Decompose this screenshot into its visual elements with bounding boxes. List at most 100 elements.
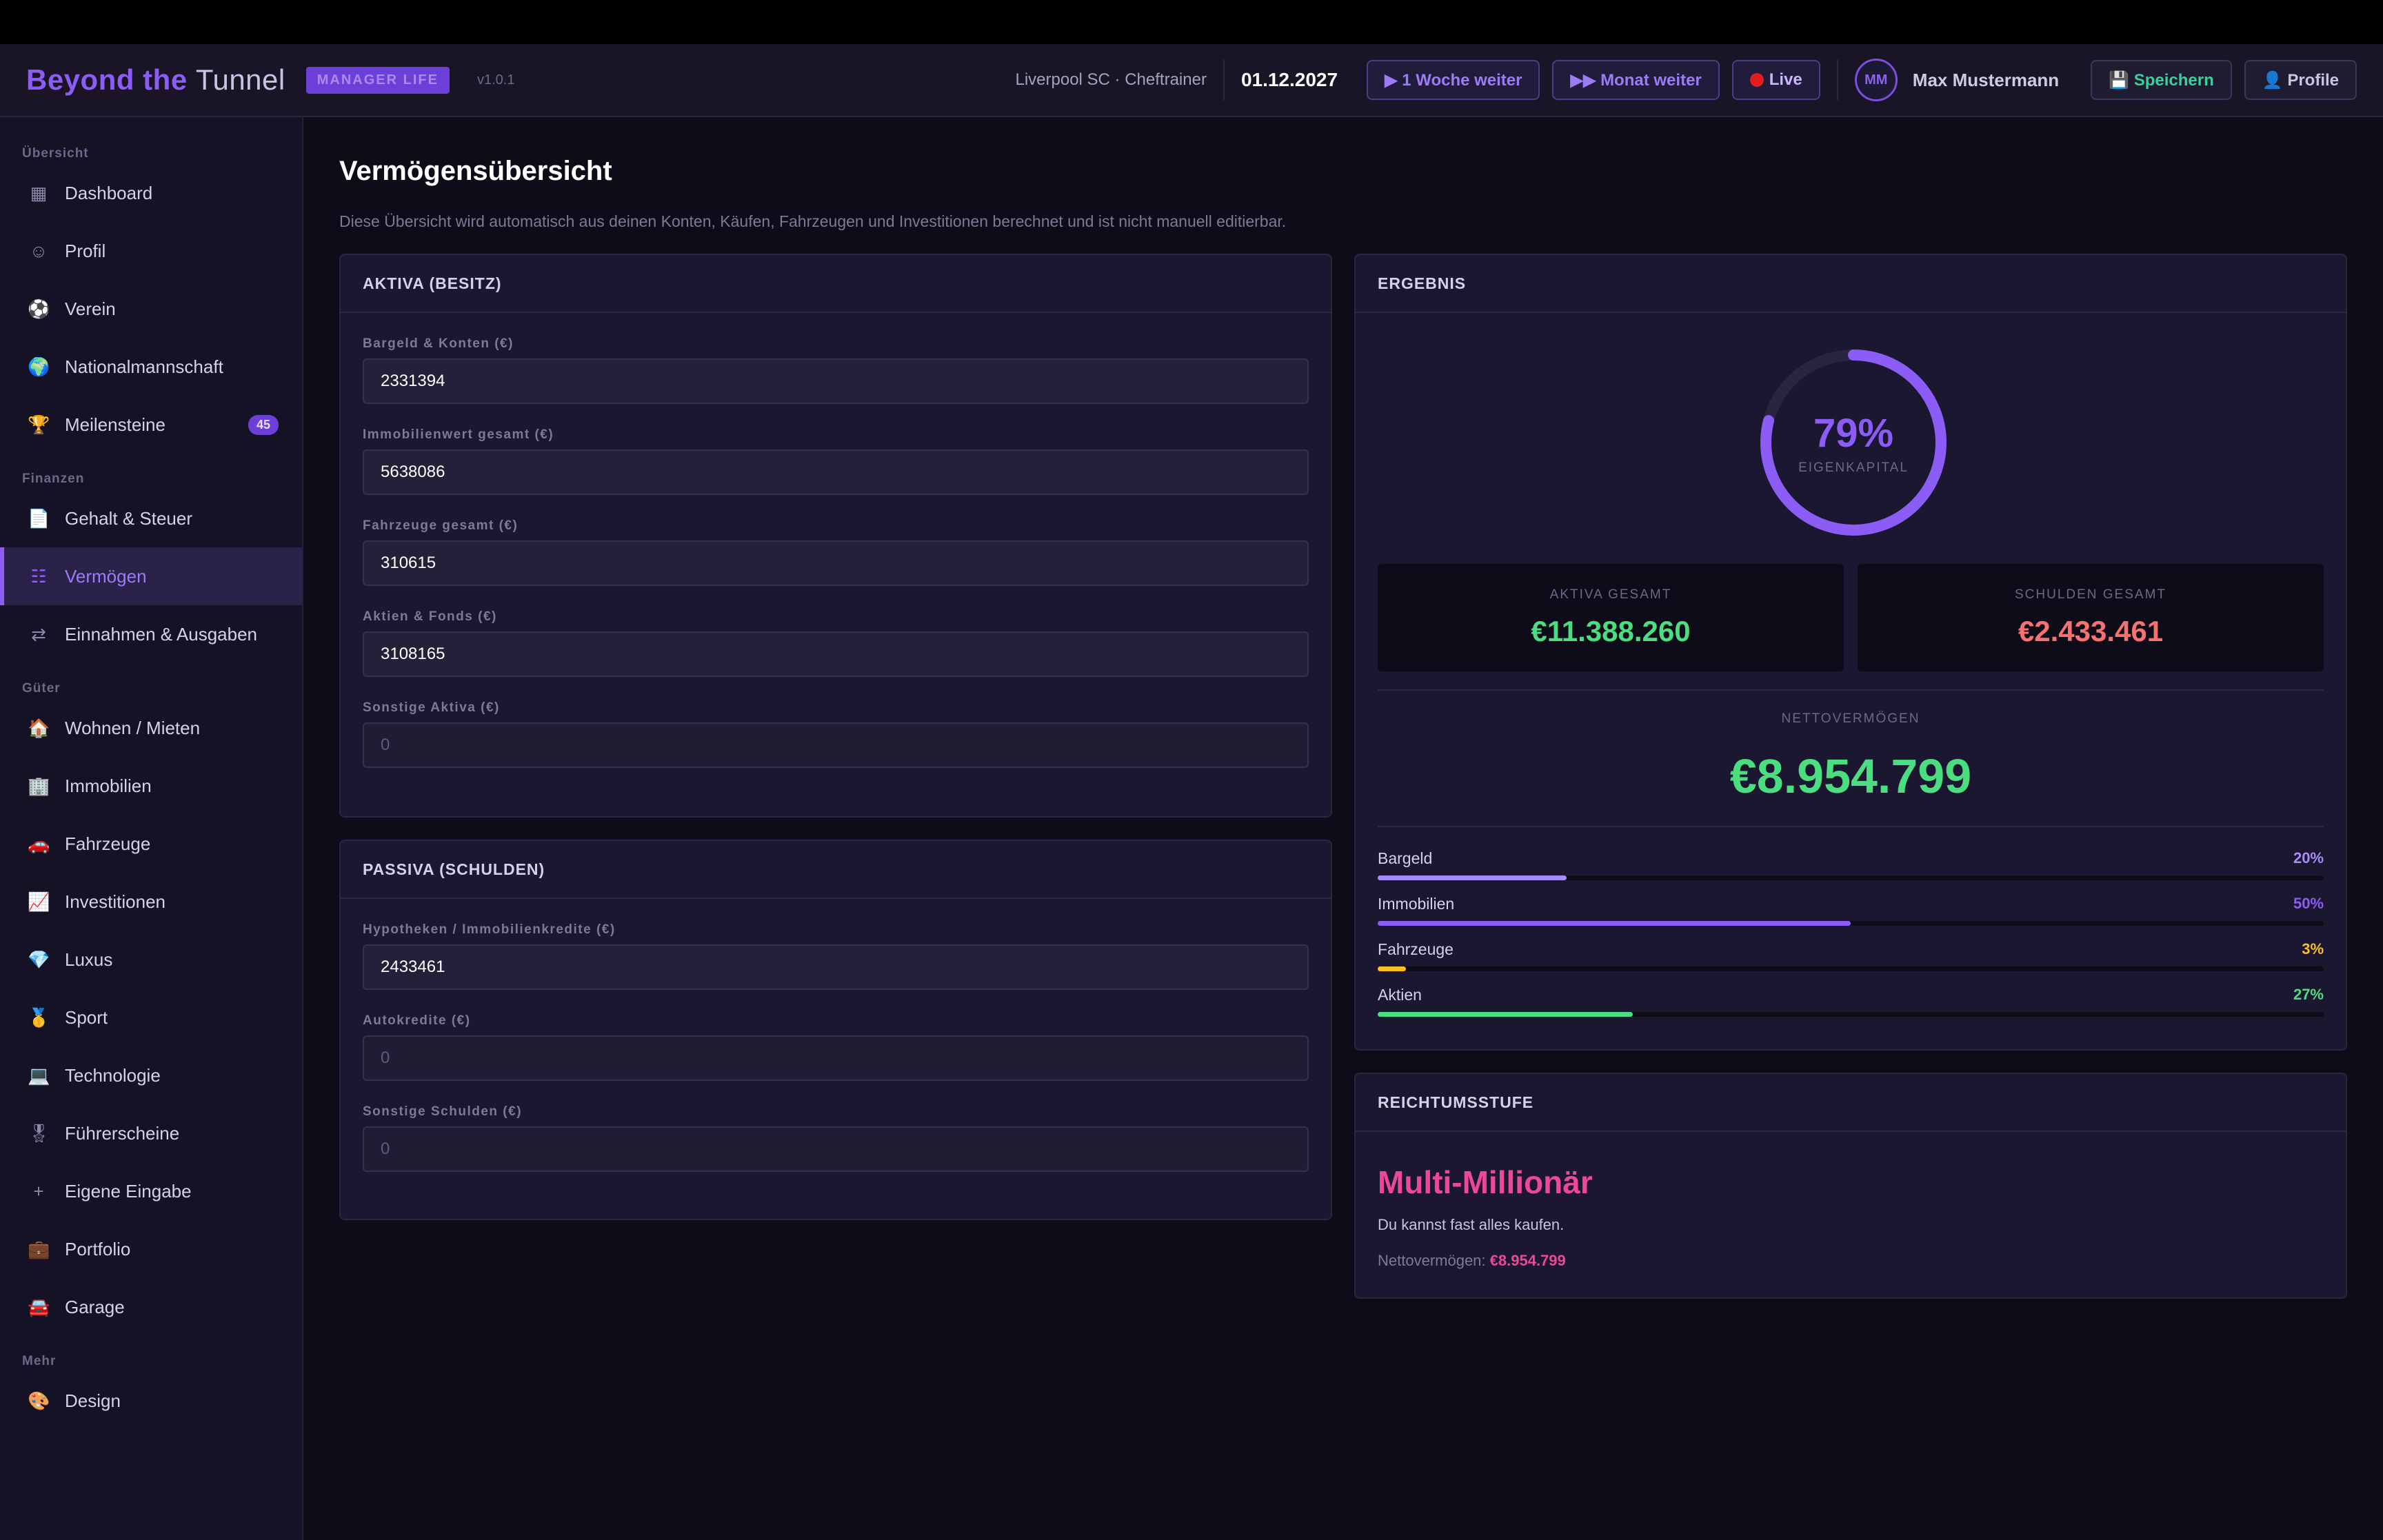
schulden-total-value: €2.433.461 <box>2018 615 2164 647</box>
sidebar-item-label: Investitionen <box>65 891 165 912</box>
sidebar-item-profil[interactable]: ☺ Profil <box>0 222 302 280</box>
sidebar-item-dashboard[interactable]: ▦ Dashboard <box>0 164 302 222</box>
aktiva-total-value: €11.388.260 <box>1531 615 1691 647</box>
building-icon: 🏢 <box>28 775 50 796</box>
sidebar-item-label: Garage <box>65 1296 125 1317</box>
advance-month-button[interactable]: ▶▶ Monat weiter <box>1552 60 1720 100</box>
exchange-icon: ⇄ <box>31 623 46 645</box>
sidebar-item-label: Eigene Eingabe <box>65 1180 192 1202</box>
profile-button[interactable]: 👤 Profile <box>2244 60 2357 100</box>
sidebar-item-investitionen[interactable]: 📈 Investitionen <box>0 873 302 931</box>
version-label: v1.0.1 <box>476 72 515 88</box>
wealth-net-prefix: Nettovermögen: <box>1378 1252 1486 1269</box>
divider <box>1378 689 2324 691</box>
stocks-field[interactable]: 3108165 <box>363 631 1309 677</box>
manager-life-badge: MANAGER LIFE <box>305 66 450 94</box>
sidebar-section-more: Mehr <box>22 1354 57 1368</box>
reichtum-header: REICHTUMSSTUFE <box>1356 1074 2346 1132</box>
avatar[interactable]: MM <box>1854 59 1898 101</box>
live-button[interactable]: Live <box>1731 60 1820 100</box>
sidebar-item-label: Verein <box>65 298 116 319</box>
sidebar-item-verein[interactable]: ⚽ Verein <box>0 280 302 338</box>
house-icon: 🏠 <box>28 717 50 738</box>
breakdown-row-fahrzeuge: Fahrzeuge 3% <box>1378 940 2324 971</box>
sidebar-item-label: Gehalt & Steuer <box>65 507 192 529</box>
breakdown-percent: 3% <box>2302 940 2324 958</box>
sidebar-item-portfolio[interactable]: 💼 Portfolio <box>0 1220 302 1278</box>
save-button[interactable]: 💾 Speichern <box>2091 60 2232 100</box>
net-worth-value: €8.954.799 <box>1729 749 1972 803</box>
reichtum-card: REICHTUMSSTUFE Multi-Millionär Du kannst… <box>1354 1073 2347 1299</box>
other-debts-field[interactable]: 0 <box>363 1126 1309 1172</box>
milestone-count-badge: 45 <box>248 414 279 435</box>
other-assets-field[interactable]: 0 <box>363 722 1309 768</box>
aktiva-total-label: AKTIVA GESAMT <box>1549 587 1672 602</box>
sidebar-item-label: Dashboard <box>65 182 153 203</box>
medal-icon: 🥇 <box>28 1006 50 1028</box>
car-icon: 🚗 <box>28 833 50 854</box>
sidebar-item-label: Vermögen <box>65 565 147 587</box>
schulden-total-box: SCHULDEN GESAMT €2.433.461 <box>1858 564 2324 671</box>
real-estate-field[interactable]: 5638086 <box>363 449 1309 495</box>
vehicles-field[interactable]: 310615 <box>363 540 1309 586</box>
sidebar-item-label: Einnahmen & Ausgaben <box>65 623 257 645</box>
sidebar-section-goods: Güter <box>22 681 61 696</box>
wealth-net-value: €8.954.799 <box>1489 1252 1566 1269</box>
sidebar-item-meilensteine[interactable]: 🏆 Meilensteine 45 <box>0 396 302 454</box>
aktiva-header: AKTIVA (BESITZ) <box>341 255 1331 313</box>
app-title-light: Tunnel <box>195 63 285 96</box>
field-label: Hypotheken / Immobilienkredite (€) <box>363 922 616 937</box>
sidebar-item-luxus[interactable]: 💎 Luxus <box>0 931 302 989</box>
equity-percent: 79% <box>1813 410 1894 456</box>
sidebar-item-design[interactable]: 🎨 Design <box>0 1372 302 1430</box>
sidebar-item-technologie[interactable]: 💻 Technologie <box>0 1046 302 1104</box>
live-label: Live <box>1769 70 1802 89</box>
list-icon: ☷ <box>30 565 47 587</box>
main-content: Vermögensübersicht Diese Übersicht wird … <box>305 117 2383 1540</box>
field-label: Sonstige Schulden (€) <box>363 1104 523 1119</box>
sidebar-item-label: Meilensteine <box>65 414 165 435</box>
net-worth-label: NETTOVERMÖGEN <box>1781 711 1920 726</box>
advance-week-button[interactable]: ▶ 1 Woche weiter <box>1367 60 1540 100</box>
sidebar-item-immobilien[interactable]: 🏢 Immobilien <box>0 757 302 815</box>
field-label: Immobilienwert gesamt (€) <box>363 427 554 442</box>
sidebar-section-finance: Finanzen <box>22 472 85 486</box>
breakdown-fill <box>1378 875 1567 880</box>
mortgage-field[interactable]: 2433461 <box>363 944 1309 990</box>
breakdown-name: Bargeld <box>1378 849 1433 867</box>
breakdown-track <box>1378 1012 2324 1017</box>
sidebar-item-gehalt[interactable]: 📄 Gehalt & Steuer <box>0 489 302 547</box>
page-title: Vermögensübersicht <box>339 156 612 186</box>
aktiva-card: AKTIVA (BESITZ) Bargeld & Konten (€) 233… <box>339 254 1332 818</box>
sidebar-section-overview: Übersicht <box>22 146 89 161</box>
current-date: 01.12.2027 <box>1240 69 1338 90</box>
ergebnis-header: ERGEBNIS <box>1356 255 2346 313</box>
sidebar-item-nationalmannschaft[interactable]: 🌍 Nationalmannschaft <box>0 338 302 396</box>
field-label: Aktien & Fonds (€) <box>363 609 497 624</box>
sidebar-item-fuehrerscheine[interactable]: 🎖 Führerscheine <box>0 1104 302 1162</box>
sidebar-item-label: Luxus <box>65 949 113 970</box>
sidebar: Übersicht ▦ Dashboard ☺ Profil ⚽ Verein 🌍 Na… <box>0 117 303 1540</box>
wealth-net-worth: Nettovermögen: €8.954.799 <box>1378 1252 1566 1270</box>
app-logo[interactable]: Beyond the Tunnel <box>26 63 285 97</box>
top-black-bar <box>0 0 2383 44</box>
breakdown-fill <box>1378 966 1407 971</box>
sidebar-item-garage[interactable]: 🚘 Garage <box>0 1278 302 1336</box>
car-loan-field[interactable]: 0 <box>363 1035 1309 1081</box>
sidebar-item-sport[interactable]: 🥇 Sport <box>0 989 302 1046</box>
diamond-icon: 💎 <box>28 949 50 970</box>
club-role-label: Liverpool SC · Cheftrainer <box>1015 70 1207 89</box>
sidebar-item-label: Profil <box>65 240 106 261</box>
sidebar-item-einnahmen[interactable]: ⇄ Einnahmen & Ausgaben <box>0 605 302 663</box>
page-description: Diese Übersicht wird automatisch aus dei… <box>339 212 1287 230</box>
sidebar-item-label: Portfolio <box>65 1238 131 1259</box>
sidebar-item-fahrzeuge[interactable]: 🚗 Fahrzeuge <box>0 815 302 873</box>
sidebar-item-eigene-eingabe[interactable]: + Eigene Eingabe <box>0 1162 302 1220</box>
schulden-total-label: SCHULDEN GESAMT <box>2014 587 2167 602</box>
sidebar-item-wohnen[interactable]: 🏠 Wohnen / Mieten <box>0 699 302 757</box>
car-front-icon: 🚘 <box>28 1296 50 1317</box>
sidebar-item-vermoegen[interactable]: ☷ Vermögen <box>0 547 302 605</box>
app-header: Beyond the Tunnel MANAGER LIFE v1.0.1 Li… <box>0 44 2383 117</box>
breakdown-row-bargeld: Bargeld 20% <box>1378 849 2324 880</box>
cash-field[interactable]: 2331394 <box>363 358 1309 404</box>
